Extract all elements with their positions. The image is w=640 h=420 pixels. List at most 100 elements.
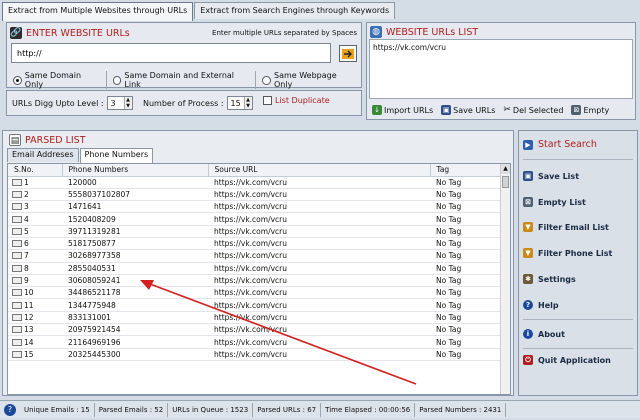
import-urls-button[interactable]: ↓ Import URLs xyxy=(372,105,433,115)
scroll-up-icon[interactable]: ▲ xyxy=(501,164,510,174)
envelope-icon xyxy=(12,289,22,297)
filter-phone-button[interactable]: ▼ Filter Phone List xyxy=(523,248,612,258)
table-row[interactable]: 10 34486521178 https://vk.com/vcru No Tag xyxy=(8,286,500,300)
cell-tag: No Tag xyxy=(430,323,500,337)
save-urls-button[interactable]: ▣ Save URLs xyxy=(441,105,495,115)
url-list-item[interactable]: https://vk.com/vcru xyxy=(373,43,629,52)
radio-same-webpage[interactable]: Same Webpage Only xyxy=(262,71,361,89)
list-duplicate-setting[interactable]: List Duplicate xyxy=(263,96,330,105)
table-row[interactable]: 7 30268977358 https://vk.com/vcru No Tag xyxy=(8,249,500,263)
list-duplicate-checkbox[interactable] xyxy=(263,96,272,105)
cell-phone: 2855040531 xyxy=(62,262,208,275)
empty-list-button[interactable]: ⊠ Empty List xyxy=(523,197,586,207)
tab-email-addresses[interactable]: Email Addreses xyxy=(7,148,79,162)
radio-indicator[interactable] xyxy=(112,75,122,85)
col-header-source[interactable]: Source URL xyxy=(208,164,431,177)
col-header-phone[interactable]: Phone Numbers xyxy=(62,164,209,177)
status-parsed-urls: Parsed URLs : 67 xyxy=(253,402,322,417)
cell-tag: No Tag xyxy=(430,176,500,189)
cell-text: 1 xyxy=(24,177,29,187)
phone-numbers-table[interactable]: S.No. Phone Numbers Source URL Tag 1 1200… xyxy=(7,163,511,395)
globe-icon: ◍ xyxy=(370,26,382,38)
empty-urls-button[interactable]: ⊠ Empty xyxy=(571,105,609,115)
quit-application-button[interactable]: ⏻ Quit Application xyxy=(523,355,611,365)
table-row[interactable]: 1 120000 https://vk.com/vcru No Tag xyxy=(8,176,500,189)
table-body: 1 120000 https://vk.com/vcru No Tag 2 5558037… xyxy=(8,176,500,361)
del-selected-button[interactable]: ✂ Del Selected xyxy=(503,105,563,115)
process-count-stepper[interactable]: 15 ▲ ▼ xyxy=(226,96,253,110)
url-input[interactable] xyxy=(11,43,331,63)
envelope-icon xyxy=(12,178,22,186)
cell-source-url: https://vk.com/vcru xyxy=(208,298,430,312)
tab-multiple-websites[interactable]: Extract from Multiple Websites through U… xyxy=(2,2,194,21)
table-row[interactable]: 14 21164969196 https://vk.com/vcru No Tag xyxy=(8,335,500,349)
filter-icon: ▼ xyxy=(523,248,533,258)
cell-tag: No Tag xyxy=(430,225,500,238)
cell-text: 13 xyxy=(24,325,34,335)
cell-tag: No Tag xyxy=(430,348,500,361)
cell-text: 6 xyxy=(24,239,29,249)
radio-indicator[interactable] xyxy=(13,75,22,85)
floppy-icon: ▣ xyxy=(441,105,452,115)
tab-phone-numbers[interactable]: Phone Numbers xyxy=(79,148,154,163)
about-button[interactable]: i About xyxy=(523,329,565,339)
cell-text: 3 xyxy=(24,202,29,212)
stepper-arrows-icon[interactable]: ▲ ▼ xyxy=(243,97,252,109)
table-row[interactable]: 6 5181750877 https://vk.com/vcru No Tag xyxy=(8,237,500,251)
cell-source-url: https://vk.com/vcru xyxy=(208,262,430,275)
cell-sno: 3 xyxy=(8,200,62,214)
enter-urls-title: 🔗 ENTER WEBSITE URLs xyxy=(10,27,130,39)
table-row[interactable]: 2 5558037102807 https://vk.com/vcru No Tag xyxy=(8,188,500,202)
table-row[interactable]: 4 1520408209 https://vk.com/vcru No Tag xyxy=(8,212,500,226)
table-row[interactable]: 8 2855040531 https://vk.com/vcru No Tag xyxy=(8,262,500,275)
settings-row: URLs Digg Upto Level : 3 ▲ ▼ Number of Pro… xyxy=(6,90,362,116)
table-row[interactable]: 11 1344775948 https://vk.com/vcru No Tag xyxy=(8,298,500,312)
col-header-tag[interactable]: Tag xyxy=(430,164,501,177)
cell-phone: 1520408209 xyxy=(62,212,208,226)
stepper-arrows-icon[interactable]: ▲ ▼ xyxy=(123,97,132,109)
help-icon[interactable]: ? xyxy=(4,403,16,416)
start-search-button[interactable]: ▶ Start Search xyxy=(523,139,597,150)
table-row[interactable]: 9 30608059241 https://vk.com/vcru No Tag xyxy=(8,274,500,288)
filter-email-button[interactable]: ▼ Filter Email List xyxy=(523,222,609,232)
digg-level-stepper[interactable]: 3 ▲ ▼ xyxy=(106,96,133,110)
radio-same-domain[interactable]: Same Domain Only xyxy=(13,71,107,89)
cell-phone: 30608059241 xyxy=(62,274,208,288)
cell-phone: 20975921454 xyxy=(62,323,208,337)
tab-search-engines[interactable]: Extract from Search Engines through Keyw… xyxy=(194,2,396,19)
scroll-thumb[interactable] xyxy=(502,176,509,188)
cell-text: 7 xyxy=(24,251,29,261)
help-button[interactable]: ? Help xyxy=(523,300,559,310)
cell-phone: 5181750877 xyxy=(62,237,208,251)
url-list[interactable]: https://vk.com/vcru xyxy=(369,39,633,99)
cell-text: 8 xyxy=(24,263,29,273)
radio-indicator[interactable] xyxy=(262,75,271,85)
table-row[interactable]: 12 833131001 https://vk.com/vcru No Tag xyxy=(8,311,500,325)
settings-button[interactable]: ✱ Settings xyxy=(523,274,576,284)
status-parsed-emails: Parsed Emails : 52 xyxy=(95,402,169,417)
table-row[interactable]: 3 1471641 https://vk.com/vcru No Tag xyxy=(8,200,500,214)
cell-sno: 2 xyxy=(8,188,62,202)
cell-sno: 5 xyxy=(8,225,62,238)
col-header-sno[interactable]: S.No. xyxy=(8,164,63,177)
table-row[interactable]: 5 39711319281 https://vk.com/vcru No Tag xyxy=(8,225,500,238)
cell-tag: No Tag xyxy=(430,188,500,202)
cell-source-url: https://vk.com/vcru xyxy=(208,323,430,337)
cell-text: 5 xyxy=(24,226,29,236)
cell-sno: 7 xyxy=(8,249,62,263)
filter-icon: ▼ xyxy=(523,222,533,232)
radio-same-domain-external[interactable]: Same Domain and External Link xyxy=(112,71,257,89)
status-urls-queue: URLs in Queue : 1523 xyxy=(168,402,254,417)
cell-phone: 5558037102807 xyxy=(62,188,208,202)
table-header-row: S.No. Phone Numbers Source URL Tag xyxy=(8,164,501,177)
cell-sno: 9 xyxy=(8,274,62,288)
cell-tag: No Tag xyxy=(430,298,500,312)
table-row[interactable]: 13 20975921454 https://vk.com/vcru No Tag xyxy=(8,323,500,337)
save-list-button[interactable]: ▣ Save List xyxy=(523,171,579,181)
digg-level-setting: URLs Digg Upto Level : 3 ▲ ▼ xyxy=(12,96,133,110)
status-bar: ? Unique Emails : 15 Parsed Emails : 52 … xyxy=(0,400,640,418)
cell-phone: 30268977358 xyxy=(62,249,208,263)
vertical-scrollbar[interactable]: ▲ xyxy=(500,164,510,394)
table-row[interactable]: 15 20325445300 https://vk.com/vcru No Tag xyxy=(8,348,500,361)
add-url-button[interactable] xyxy=(339,45,357,62)
